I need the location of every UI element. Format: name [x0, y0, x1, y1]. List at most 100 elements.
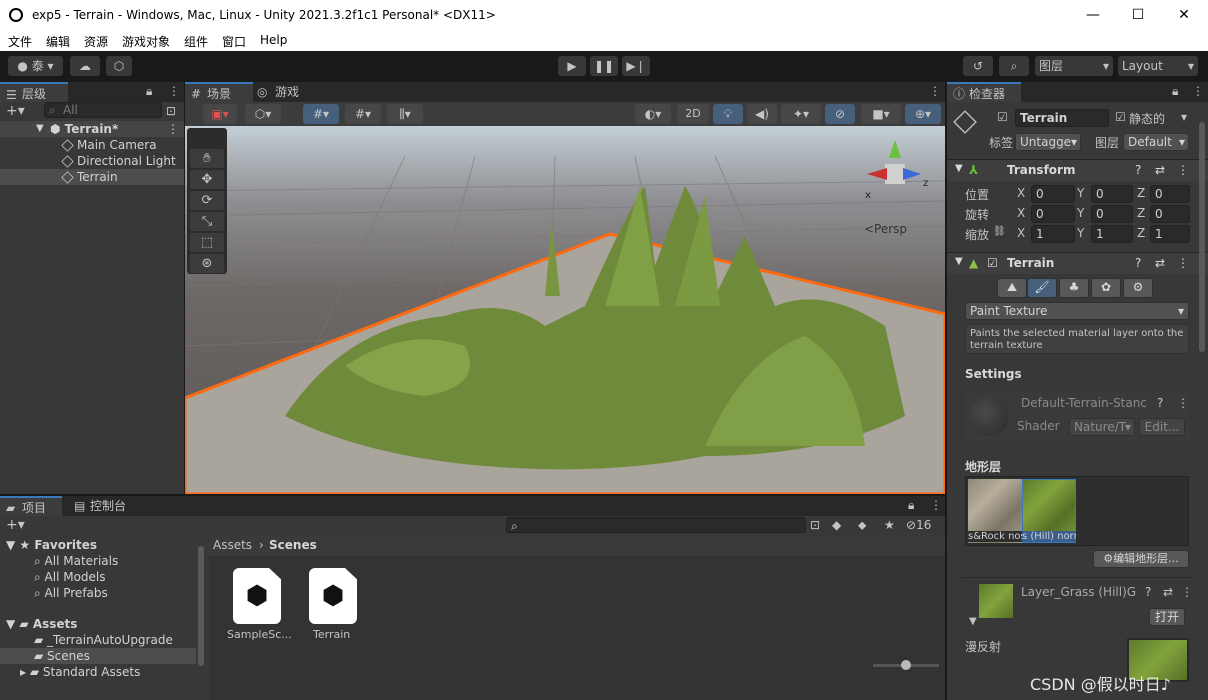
terrain-settings-tool-icon[interactable]: ⚙: [1123, 278, 1153, 298]
2d-button[interactable]: 2D: [677, 104, 709, 124]
search-icon[interactable]: ⌕: [999, 56, 1029, 76]
raise-lower-tool-icon[interactable]: ⛰: [997, 278, 1027, 298]
add-dropdown[interactable]: +▾: [6, 103, 25, 119]
more-icon[interactable]: ⋮: [930, 498, 942, 512]
history-icon[interactable]: ↺: [963, 56, 993, 76]
tab-game[interactable]: ◎ 游戏: [253, 82, 315, 102]
scale-tool-icon[interactable]: ⤡: [190, 212, 224, 231]
draw-mode-dropdown[interactable]: ▣▾: [203, 104, 237, 124]
shader-dropdown[interactable]: Nature/T ▾: [1069, 418, 1135, 436]
scale-y-field[interactable]: 1: [1091, 225, 1133, 243]
search-options-icon[interactable]: ⊡: [166, 104, 176, 118]
breadcrumb-scenes[interactable]: Scenes: [269, 538, 317, 552]
static-dropdown-icon[interactable]: ▾: [1181, 110, 1187, 124]
folder-standard-assets[interactable]: ▸ ▰ Standard Assets: [20, 664, 140, 680]
help-icon[interactable]: ?: [1145, 585, 1151, 599]
increment-snap-button[interactable]: ⫼▾: [387, 104, 423, 124]
menu-file[interactable]: 文件: [8, 33, 32, 50]
paint-terrain-tool-icon[interactable]: 🖌︎: [1027, 278, 1057, 298]
project-search-input[interactable]: ⌕: [506, 517, 806, 533]
search-by-type-icon[interactable]: ⊡: [810, 518, 820, 532]
breadcrumb-assets[interactable]: Assets: [213, 538, 252, 552]
foldout-icon[interactable]: ▼: [969, 616, 977, 627]
tab-inspector[interactable]: ⓘ 检查器: [947, 82, 1021, 102]
more-icon[interactable]: ⋮: [168, 84, 180, 98]
transform-header[interactable]: ▼ ⅄ Transform ? ⇄ ⋮: [947, 159, 1208, 181]
lock-icon[interactable]: 🔒︎: [908, 498, 914, 513]
scale-z-field[interactable]: 1: [1150, 225, 1190, 243]
lock-icon[interactable]: 🔒︎: [1172, 84, 1178, 99]
position-y-field[interactable]: 0: [1091, 185, 1133, 203]
move-tool-icon[interactable]: ✥: [190, 170, 224, 189]
scene-menu-icon[interactable]: ⋮: [167, 121, 179, 137]
hidden-objects-icon[interactable]: ⊘: [825, 104, 855, 124]
hierarchy-item-main-camera[interactable]: Main Camera: [61, 137, 157, 153]
assets-row[interactable]: ▼ ▰ Assets: [6, 616, 77, 632]
fav-all-prefabs[interactable]: ⌕ All Prefabs: [34, 585, 108, 601]
link-icon[interactable]: ⛓︎: [993, 226, 1006, 237]
open-button[interactable]: 打开: [1149, 608, 1185, 626]
tab-hierarchy[interactable]: ☰ 层级: [0, 82, 68, 102]
help-icon[interactable]: ?: [1135, 163, 1141, 177]
position-z-field[interactable]: 0: [1150, 185, 1190, 203]
more-icon[interactable]: ⋮: [929, 84, 941, 98]
account-button[interactable]: ● 泰 ▾: [8, 56, 63, 76]
menu-gameobject[interactable]: 游戏对象: [122, 33, 170, 50]
tab-console[interactable]: ▤ 控制台: [70, 496, 140, 516]
rect-tool-icon[interactable]: ⬚: [190, 233, 224, 252]
inspector-scrollbar[interactable]: [1199, 122, 1205, 352]
menu-component[interactable]: 组件: [184, 33, 208, 50]
favorite-star-icon[interactable]: ★: [884, 518, 895, 532]
scene-asset-terrain[interactable]: ⬢ Terrain: [305, 568, 361, 642]
create-dropdown[interactable]: +▾: [6, 517, 25, 533]
rotate-tool-icon[interactable]: ⟳: [190, 191, 224, 210]
pause-button[interactable]: ❚❚: [590, 56, 618, 76]
tab-scene[interactable]: # 场景: [185, 82, 253, 102]
lighting-icon[interactable]: 💡︎: [713, 104, 743, 124]
scene-viewport[interactable]: ✋︎ ✥ ⟳ ⤡ ⬚ ⊛ x z <Persp: [185, 126, 945, 494]
draw-mode-icon[interactable]: ◐▾: [635, 104, 671, 124]
preset-icon[interactable]: ⇄: [1155, 256, 1165, 270]
preset-icon[interactable]: ⇄: [1155, 163, 1165, 177]
grid-toggle-button[interactable]: #▾: [345, 104, 381, 124]
gizmos-icon[interactable]: ⊕▾: [905, 104, 941, 124]
layer-dropdown[interactable]: Default ▾: [1123, 133, 1189, 151]
grid-snap-button[interactable]: #▾: [303, 104, 339, 124]
hierarchy-item-terrain[interactable]: Terrain: [0, 169, 184, 185]
scale-x-field[interactable]: 1: [1031, 225, 1075, 243]
menu-help[interactable]: Help: [260, 33, 287, 47]
hierarchy-search-input[interactable]: ⌕ All: [44, 102, 162, 118]
hand-tool-icon[interactable]: ✋︎: [190, 149, 224, 168]
step-button[interactable]: ▶❘: [622, 56, 650, 76]
minimize-button[interactable]: —: [1080, 4, 1106, 26]
scene-asset-sample[interactable]: ⬢ SampleSc...: [227, 568, 292, 642]
static-checkbox[interactable]: ☑: [1115, 110, 1126, 124]
position-x-field[interactable]: 0: [1031, 185, 1075, 203]
persp-label[interactable]: <Persp: [864, 222, 907, 236]
fav-all-materials[interactable]: ⌕ All Materials: [34, 553, 118, 569]
hidden-packages-icon[interactable]: ⊘16: [906, 518, 931, 532]
play-button[interactable]: ▶: [558, 56, 586, 76]
edit-terrain-layers-button[interactable]: ⚙编辑地形层...: [1093, 550, 1189, 568]
active-checkbox[interactable]: ☑: [997, 110, 1008, 124]
tree-scrollbar[interactable]: [198, 546, 204, 666]
shading-dropdown[interactable]: ⬡▾: [245, 104, 281, 124]
slider-thumb[interactable]: [901, 660, 911, 670]
favorites-row[interactable]: ▼ ★ Favorites: [6, 537, 97, 553]
edit-shader-button[interactable]: Edit...: [1139, 418, 1185, 436]
help-icon[interactable]: ?: [1135, 256, 1141, 270]
hierarchy-item-directional-light[interactable]: Directional Light: [61, 153, 176, 169]
maximize-button[interactable]: ☐: [1125, 4, 1151, 26]
terrain-mode-dropdown[interactable]: Paint Texture ▾: [965, 302, 1189, 320]
fav-all-models[interactable]: ⌕ All Models: [34, 569, 106, 585]
component-menu-icon[interactable]: ⋮: [1177, 256, 1189, 270]
menu-edit[interactable]: 编辑: [46, 33, 70, 50]
cloud-icon[interactable]: ☁: [70, 56, 100, 76]
material-menu-icon[interactable]: ⋮: [1177, 396, 1189, 410]
rotation-z-field[interactable]: 0: [1150, 205, 1190, 223]
terrain-enabled-checkbox[interactable]: ☑: [987, 256, 998, 270]
transform-tool-icon[interactable]: ⊛: [190, 254, 224, 273]
audio-icon[interactable]: ◀): [747, 104, 777, 124]
terrain-header[interactable]: ▼ ▲ ☑ Terrain ? ⇄ ⋮: [947, 252, 1208, 274]
tab-project[interactable]: ▰ 项目: [0, 496, 62, 516]
